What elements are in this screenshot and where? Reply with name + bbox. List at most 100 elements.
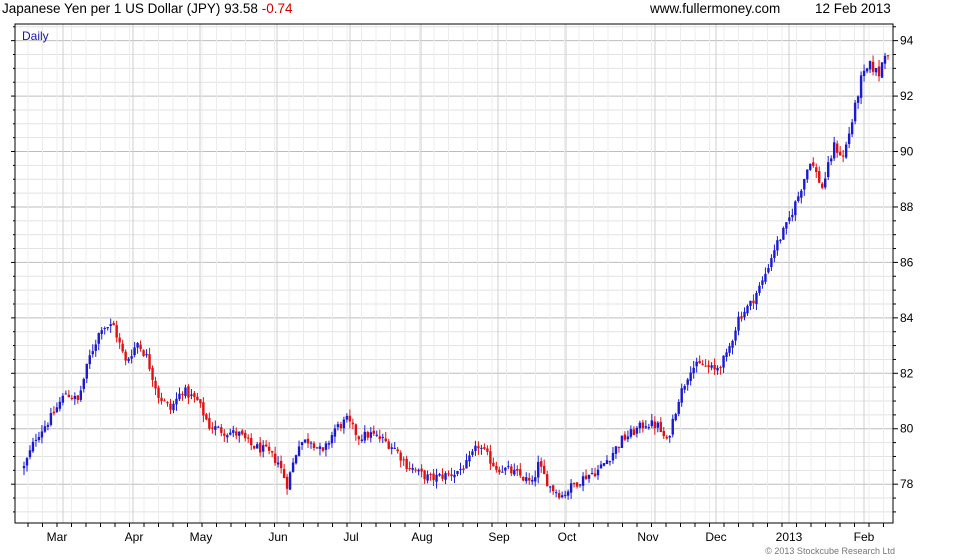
candle-body bbox=[844, 144, 848, 158]
candle-body bbox=[749, 300, 752, 306]
candle-body bbox=[372, 430, 375, 434]
candle-body bbox=[835, 143, 839, 153]
candle-body bbox=[417, 469, 420, 472]
candle-body bbox=[806, 169, 809, 180]
candle-body bbox=[250, 438, 253, 446]
candle-body bbox=[166, 402, 169, 404]
candle-body bbox=[566, 491, 570, 496]
candle-body bbox=[432, 473, 435, 481]
candle-body bbox=[794, 201, 797, 216]
candle-body bbox=[593, 473, 597, 477]
candle-body bbox=[752, 300, 755, 304]
candle-body bbox=[435, 474, 438, 482]
candle-body bbox=[40, 431, 44, 438]
candle-body bbox=[67, 394, 71, 398]
candle-body bbox=[528, 477, 531, 481]
candle-body bbox=[160, 397, 163, 402]
x-tick-label: Dec bbox=[705, 530, 726, 544]
candle-body bbox=[414, 469, 417, 471]
candle-body bbox=[309, 442, 313, 444]
candle-body bbox=[862, 70, 866, 77]
candle-body bbox=[82, 378, 85, 389]
candle-body bbox=[650, 420, 654, 427]
candle-body bbox=[264, 444, 268, 447]
candle-body bbox=[103, 328, 106, 330]
candle-body bbox=[399, 452, 402, 461]
candle-body bbox=[273, 453, 277, 463]
candle-body bbox=[205, 414, 208, 420]
candle-body bbox=[847, 133, 851, 145]
candle-body bbox=[303, 439, 307, 443]
candle-body bbox=[868, 61, 872, 70]
candle-body bbox=[743, 311, 746, 318]
candle-body bbox=[767, 268, 770, 273]
candle-body bbox=[193, 393, 196, 398]
candle-body bbox=[226, 435, 229, 438]
candle-body bbox=[133, 347, 136, 356]
candle-body bbox=[190, 394, 193, 396]
candle-body bbox=[291, 462, 295, 473]
periodicity-label: Daily bbox=[22, 29, 49, 43]
candle-body bbox=[719, 367, 722, 369]
candle-body bbox=[516, 468, 519, 471]
candle-body bbox=[202, 402, 205, 416]
candle-body bbox=[127, 358, 130, 361]
candle-body bbox=[426, 474, 429, 481]
candle-body bbox=[157, 387, 160, 398]
candle-body bbox=[551, 485, 555, 492]
candle-body bbox=[815, 167, 818, 173]
candle-body bbox=[282, 469, 286, 478]
candle-body bbox=[438, 474, 441, 476]
candle-body bbox=[199, 399, 202, 404]
x-tick-label: Oct bbox=[558, 530, 577, 544]
candle-body bbox=[877, 66, 881, 77]
candle-body bbox=[441, 474, 444, 479]
candle-body bbox=[480, 447, 483, 449]
candle-body bbox=[761, 280, 764, 285]
candle-body bbox=[342, 419, 346, 429]
candle-body bbox=[175, 398, 178, 405]
candle-body bbox=[312, 443, 316, 448]
x-tick-label: Feb bbox=[854, 530, 875, 544]
x-tick-label: Mar bbox=[47, 530, 68, 544]
candle-body bbox=[602, 463, 606, 466]
candle-body bbox=[886, 55, 890, 57]
x-tick-label: Nov bbox=[637, 530, 658, 544]
candle-body bbox=[462, 468, 465, 471]
candle-body bbox=[638, 422, 642, 429]
candle-body bbox=[58, 401, 62, 409]
candle-body bbox=[758, 285, 761, 293]
candle-body bbox=[731, 341, 734, 348]
candle-body bbox=[121, 343, 124, 352]
candle-body bbox=[94, 344, 97, 351]
y-axis: 78 80 82 84 86 88 90 92 94 bbox=[11, 26, 914, 513]
candle-body bbox=[686, 379, 689, 385]
candle-body bbox=[632, 429, 636, 435]
candle-body bbox=[459, 468, 462, 470]
candle-body bbox=[450, 474, 453, 477]
candle-body bbox=[880, 62, 884, 78]
candle-body bbox=[785, 222, 788, 229]
candle-body bbox=[34, 439, 38, 441]
candle-body bbox=[531, 479, 534, 482]
candle-body bbox=[172, 403, 175, 411]
candle-body bbox=[109, 324, 112, 326]
candle-body bbox=[49, 413, 53, 425]
candle-body bbox=[187, 386, 190, 398]
candle-body bbox=[321, 447, 325, 451]
candle-body bbox=[37, 436, 41, 440]
candle-body bbox=[791, 214, 794, 218]
candle-body bbox=[163, 400, 166, 402]
candle-body bbox=[818, 171, 821, 183]
candle-body bbox=[746, 305, 749, 314]
candle-body bbox=[154, 380, 157, 389]
candle-body bbox=[572, 483, 576, 485]
candle-body bbox=[803, 179, 806, 190]
candle-body bbox=[519, 469, 522, 476]
candle-body bbox=[139, 344, 142, 349]
y-tick-label: 88 bbox=[900, 200, 914, 214]
candle-body bbox=[492, 462, 495, 467]
candle-body bbox=[883, 55, 887, 64]
candle-body bbox=[288, 472, 292, 490]
candle-body bbox=[608, 461, 612, 463]
